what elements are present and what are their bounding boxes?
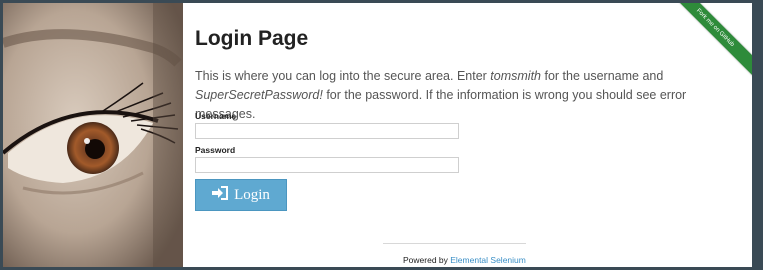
- page-title: Login Page: [195, 27, 309, 50]
- elemental-selenium-link[interactable]: Elemental Selenium: [450, 255, 526, 265]
- username-input[interactable]: [195, 123, 459, 139]
- sign-in-icon: [212, 185, 229, 205]
- description-text-2: for the username and: [541, 69, 664, 83]
- password-input[interactable]: [195, 157, 459, 173]
- description-password-hint: SuperSecretPassword!: [195, 88, 323, 102]
- github-ribbon-wrap: Fork me on GitHub: [672, 3, 752, 83]
- footer-divider: [383, 243, 526, 244]
- description-username-hint: tomsmith: [490, 69, 541, 83]
- login-button[interactable]: Login: [195, 179, 287, 211]
- right-edge-strip: [752, 3, 760, 267]
- footer-prefix: Powered by: [403, 255, 451, 265]
- footer: Powered by Elemental Selenium: [403, 255, 526, 265]
- eye-illustration: [3, 3, 183, 267]
- page-description: This is where you can log into the secur…: [195, 67, 740, 124]
- login-button-label: Login: [234, 186, 270, 203]
- username-label: Username: [195, 111, 237, 121]
- fork-me-ribbon[interactable]: Fork me on GitHub: [672, 3, 752, 83]
- main-content: Login Page This is where you can log int…: [183, 3, 752, 267]
- hero-image-eye: [3, 3, 183, 267]
- password-label: Password: [195, 145, 236, 155]
- description-text-1: This is where you can log into the secur…: [195, 69, 491, 83]
